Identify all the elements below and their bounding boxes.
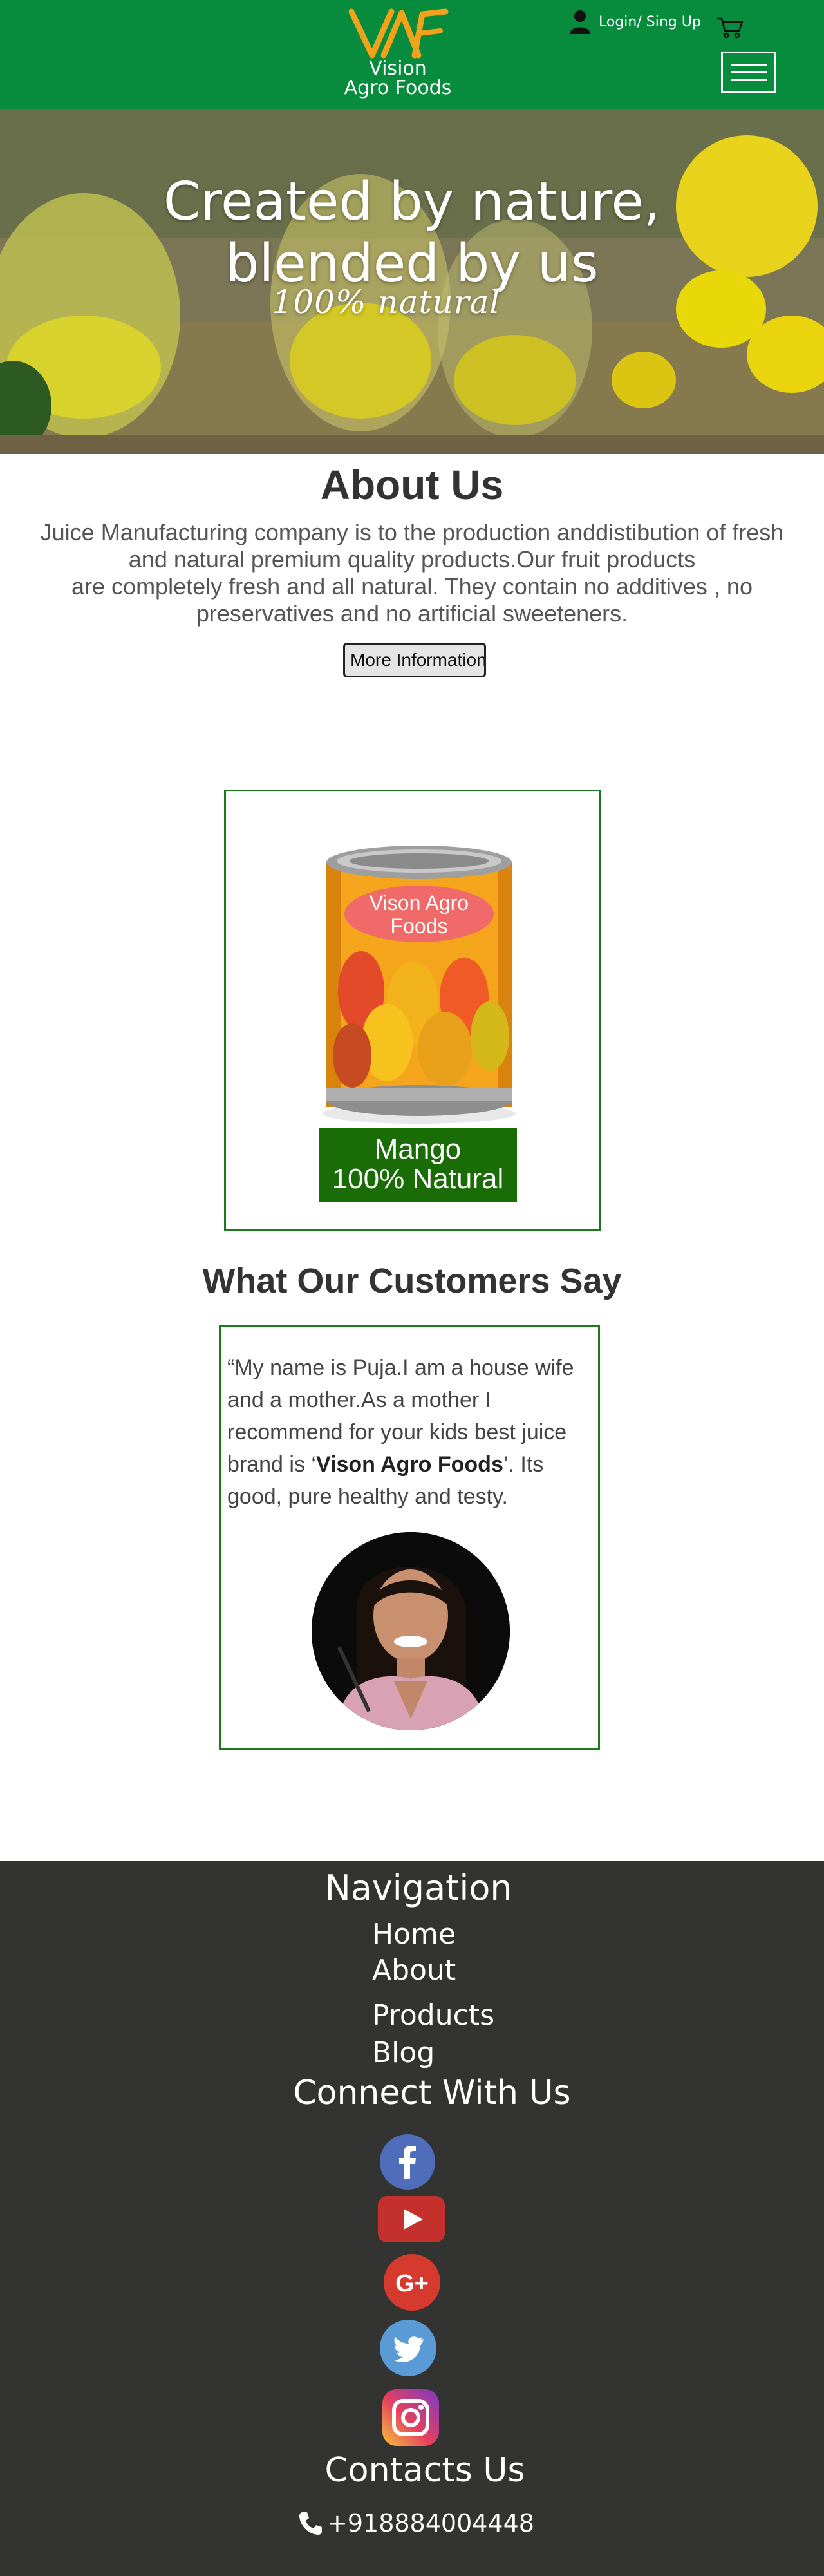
hero-title-line1: Created by nature, xyxy=(164,171,660,232)
about-text-line: preservatives and no artificial sweetene… xyxy=(196,600,628,627)
footer-navigation-title: Navigation xyxy=(324,1868,512,1908)
about-text-line: are completely fresh and all natural. Th… xyxy=(71,573,753,600)
testimonials-title: What Our Customers Say xyxy=(202,1262,622,1300)
logo-text-line2: Agro Foods xyxy=(344,77,452,99)
google-plus-icon[interactable]: G+ xyxy=(384,2254,440,2311)
logo[interactable]: Vision Agro Foods xyxy=(340,5,456,102)
can-label-line2: Foods xyxy=(391,914,448,938)
facebook-icon[interactable] xyxy=(380,2134,435,2190)
hamburger-menu-icon[interactable] xyxy=(721,52,776,93)
site-header: Vision Agro Foods Login/ Sing Up xyxy=(0,0,824,109)
can-label-line1: Vison Agro xyxy=(370,891,469,914)
testimonial-quote: “My name is Puja.I am a house wife and a… xyxy=(227,1352,588,1513)
svg-text:G+: G+ xyxy=(395,2270,429,2297)
menu-bar xyxy=(731,63,767,66)
more-information-button[interactable]: More Information xyxy=(343,643,486,677)
phone-contact[interactable]: +918884004448 xyxy=(297,2509,555,2537)
menu-bar xyxy=(731,79,767,81)
about-text: Juice Manufacturing company is to the pr… xyxy=(6,519,818,627)
instagram-icon[interactable] xyxy=(382,2389,439,2446)
twitter-icon[interactable] xyxy=(380,2320,436,2376)
vaf-logo-icon xyxy=(348,8,449,59)
product-name-label: Mango 100% Natural xyxy=(319,1128,517,1202)
login-signup-link[interactable]: Login/ Sing Up xyxy=(569,9,701,35)
footer-nav-products[interactable]: Products xyxy=(372,1999,494,2032)
phone-icon xyxy=(299,2512,322,2535)
product-name: Mango xyxy=(374,1133,462,1165)
customer-photo xyxy=(312,1532,510,1730)
user-icon xyxy=(570,10,590,34)
product-tagline: 100% Natural xyxy=(332,1163,504,1195)
product-card[interactable]: Vison Agro Foods Mango 100% Natural xyxy=(224,790,601,1231)
footer-nav-about[interactable]: About xyxy=(372,1954,456,1987)
login-label: Login/ Sing Up xyxy=(599,14,701,30)
footer-nav-blog[interactable]: Blog xyxy=(372,2036,435,2069)
phone-number: +918884004448 xyxy=(327,2509,534,2537)
about-text-line: Juice Manufacturing company is to the pr… xyxy=(40,519,784,545)
cart-button[interactable] xyxy=(716,17,744,42)
footer-nav-home[interactable]: Home xyxy=(372,1918,456,1951)
about-text-line: and natural premium quality products.Our… xyxy=(128,546,696,573)
customer-avatar xyxy=(312,1532,510,1730)
connect-title: Connect With Us xyxy=(293,2074,571,2112)
hero-title: Created by nature, blended by us xyxy=(0,171,824,295)
cart-icon xyxy=(717,17,744,39)
testimonial-card: “My name is Puja.I am a house wife and a… xyxy=(219,1325,600,1750)
site-footer: Navigation Home About Products Blog Conn… xyxy=(0,1861,824,2576)
contacts-title: Contacts Us xyxy=(324,2451,525,2490)
logo-text-line1: Vision xyxy=(369,57,427,80)
youtube-icon[interactable] xyxy=(378,2196,445,2242)
quote-brand: Vison Agro Foods xyxy=(315,1452,503,1477)
menu-bar xyxy=(731,71,767,73)
juice-can-image: Vison Agro Foods xyxy=(323,846,516,1124)
about-title: About Us xyxy=(320,462,504,508)
hero-subtitle: 100% natural xyxy=(272,283,501,321)
hero-banner: Created by nature, blended by us 100% na… xyxy=(0,109,824,454)
